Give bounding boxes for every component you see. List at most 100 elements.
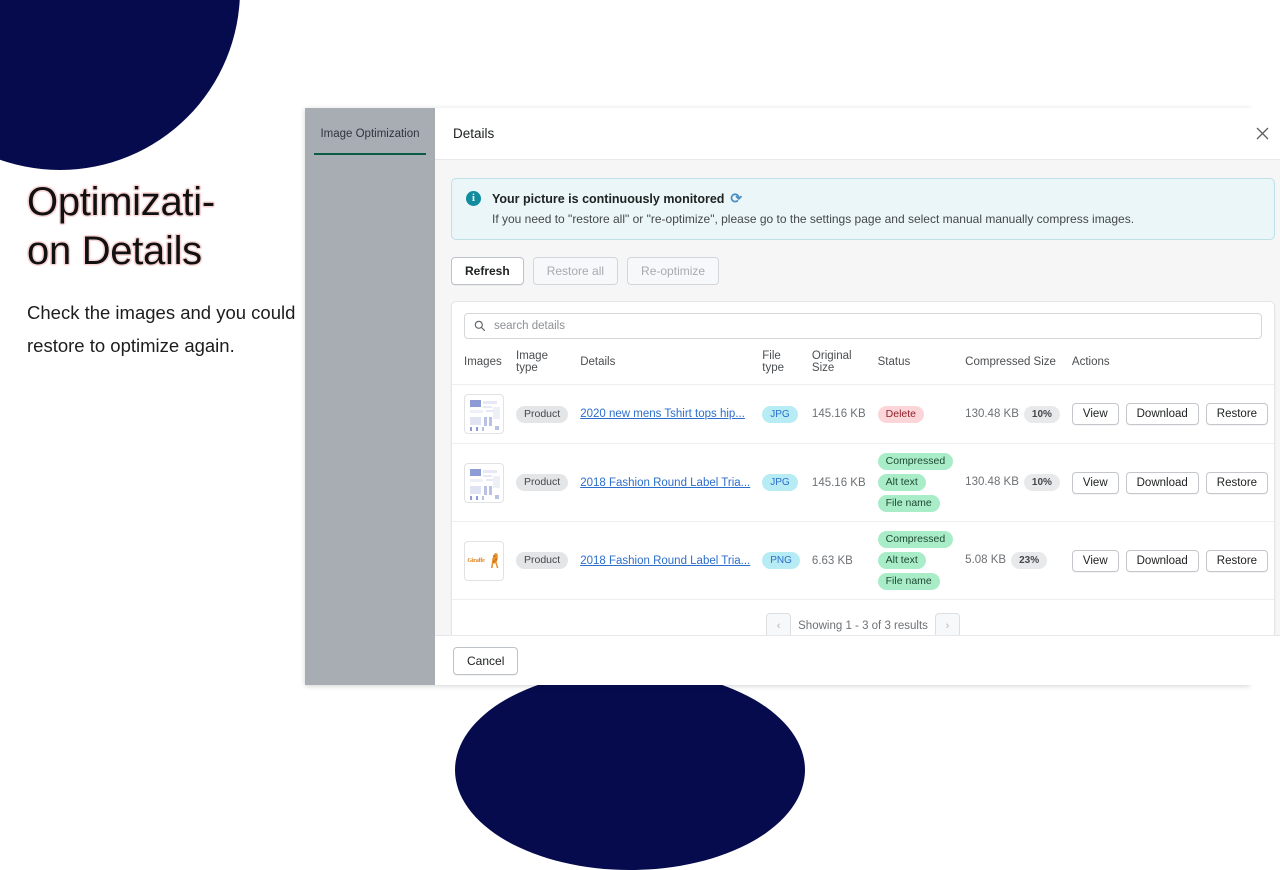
cell-file-type: JPG	[756, 444, 806, 522]
refresh-button[interactable]: Refresh	[451, 257, 524, 285]
status-badge: Compressed	[878, 453, 954, 470]
details-link[interactable]: 2018 Fashion Round Label Tria...	[580, 555, 750, 567]
promo-subtitle: Check the images and you could restore t…	[27, 296, 307, 362]
image-type-badge: Product	[516, 406, 568, 423]
cell-file-type: PNG	[756, 522, 806, 600]
banner-title: Your picture is continuously monitored	[492, 192, 724, 206]
status-badge: Delete	[878, 406, 924, 423]
tab-image-optimization[interactable]: Image Optimization	[314, 128, 425, 155]
banner-title-row: Your picture is continuously monitored ⟳	[492, 190, 1134, 207]
search-icon	[474, 320, 486, 332]
file-type-badge: JPG	[762, 474, 797, 491]
download-button[interactable]: Download	[1126, 472, 1199, 494]
search-wrapper	[452, 302, 1274, 347]
header-image-type: Image type	[510, 347, 574, 385]
cell-actions: View Download Restore	[1066, 444, 1274, 522]
view-button[interactable]: View	[1072, 472, 1119, 494]
re-optimize-button[interactable]: Re-optimize	[627, 257, 719, 285]
cell-image	[452, 385, 510, 444]
cell-details: 2018 Fashion Round Label Tria...	[574, 444, 756, 522]
chevron-right-icon[interactable]: ›	[935, 613, 960, 635]
chevron-left-icon[interactable]: ‹	[766, 613, 791, 635]
compression-percent-badge: 23%	[1011, 552, 1047, 569]
details-modal: Details i Your picture is continuously m…	[435, 108, 1280, 685]
info-icon: i	[466, 191, 481, 206]
details-link[interactable]: 2020 new mens Tshirt tops hip...	[580, 408, 745, 420]
promo-title: Optimizati- on Details	[27, 178, 307, 276]
action-button-group: View Download Restore	[1072, 550, 1268, 572]
cell-original-size: 145.16 KB	[806, 444, 872, 522]
restore-button[interactable]: Restore	[1206, 403, 1268, 425]
promo-title-line-2: on Details	[27, 227, 307, 276]
details-table-card: Images Image type Details File type Orig…	[451, 301, 1275, 635]
status-badge: Compressed	[878, 531, 954, 548]
giraffe-wordmark: Giraffe	[467, 558, 484, 564]
background-tabbar: Image Optimization	[305, 108, 435, 160]
modal-body: i Your picture is continuously monitored…	[435, 160, 1280, 635]
download-button[interactable]: Download	[1126, 403, 1199, 425]
pagination: ‹ Showing 1 - 3 of 3 results ›	[452, 599, 1274, 635]
table-row: Giraffe Product 2018 Fashion Round Label T…	[452, 522, 1274, 600]
status-badge-stack: CompressedAlt textFile name	[878, 453, 954, 512]
table-row: Product 2020 new mens Tshirt tops hip... J…	[452, 385, 1274, 444]
background-page-sidebar: Image Optimization	[305, 108, 435, 685]
decorative-circle-top-left	[0, 0, 240, 170]
cell-image-type: Product	[510, 522, 574, 600]
modal-title: Details	[453, 126, 494, 141]
view-button[interactable]: View	[1072, 403, 1119, 425]
app-window: Image Optimization Details i Your pictur…	[305, 108, 1250, 685]
cell-compressed-size: 130.48 KB10%	[959, 385, 1066, 444]
decorative-circle-bottom	[455, 670, 805, 870]
action-button-group: View Download Restore	[1072, 472, 1268, 494]
search-box[interactable]	[464, 313, 1262, 339]
download-button[interactable]: Download	[1126, 550, 1199, 572]
cell-image: Giraffe	[452, 522, 510, 600]
close-icon[interactable]	[1249, 121, 1275, 147]
pagination-text: Showing 1 - 3 of 3 results	[798, 620, 928, 632]
cell-original-size: 6.63 KB	[806, 522, 872, 600]
cell-details: 2018 Fashion Round Label Tria...	[574, 522, 756, 600]
table-row: Product 2018 Fashion Round Label Tria... J…	[452, 444, 1274, 522]
cell-actions: View Download Restore	[1066, 385, 1274, 444]
cell-status: CompressedAlt textFile name	[872, 522, 960, 600]
header-compressed-size: Compressed Size	[959, 347, 1066, 385]
status-badge: Alt text	[878, 474, 926, 491]
modal-footer: Cancel	[435, 635, 1280, 685]
details-link[interactable]: 2018 Fashion Round Label Tria...	[580, 477, 750, 489]
document-thumbnail	[464, 463, 504, 503]
cell-actions: View Download Restore	[1066, 522, 1274, 600]
cell-status: CompressedAlt textFile name	[872, 444, 960, 522]
view-button[interactable]: View	[1072, 550, 1119, 572]
status-badge: Alt text	[878, 552, 926, 569]
header-images: Images	[452, 347, 510, 385]
details-table: Images Image type Details File type Orig…	[452, 347, 1274, 599]
restore-button[interactable]: Restore	[1206, 550, 1268, 572]
header-details: Details	[574, 347, 756, 385]
giraffe-icon	[486, 551, 501, 571]
cell-status: Delete	[872, 385, 960, 444]
file-type-badge: JPG	[762, 406, 797, 423]
cancel-button[interactable]: Cancel	[453, 647, 518, 675]
promo-title-line-1: Optimizati-	[27, 178, 307, 227]
restore-button[interactable]: Restore	[1206, 472, 1268, 494]
search-input[interactable]	[494, 320, 1252, 332]
spinner-icon: ⟳	[730, 190, 742, 207]
cell-image	[452, 444, 510, 522]
image-type-badge: Product	[516, 552, 568, 569]
compressed-size-value: 130.48 KB	[965, 408, 1019, 420]
cell-image-type: Product	[510, 444, 574, 522]
compressed-size-value: 130.48 KB	[965, 476, 1019, 488]
header-actions: Actions	[1066, 347, 1274, 385]
banner-description: If you need to "restore all" or "re-opti…	[492, 211, 1134, 227]
action-button-group: View Download Restore	[1072, 403, 1268, 425]
promo-panel: Optimizati- on Details Check the images …	[27, 178, 307, 362]
restore-all-button[interactable]: Restore all	[533, 257, 618, 285]
cell-image-type: Product	[510, 385, 574, 444]
status-badge-stack: CompressedAlt textFile name	[878, 531, 954, 590]
cell-compressed-size: 5.08 KB23%	[959, 522, 1066, 600]
header-status: Status	[872, 347, 960, 385]
cell-details: 2020 new mens Tshirt tops hip...	[574, 385, 756, 444]
compression-percent-badge: 10%	[1024, 474, 1060, 491]
header-original-size: Original Size	[806, 347, 872, 385]
giraffe-thumbnail: Giraffe	[464, 541, 504, 581]
